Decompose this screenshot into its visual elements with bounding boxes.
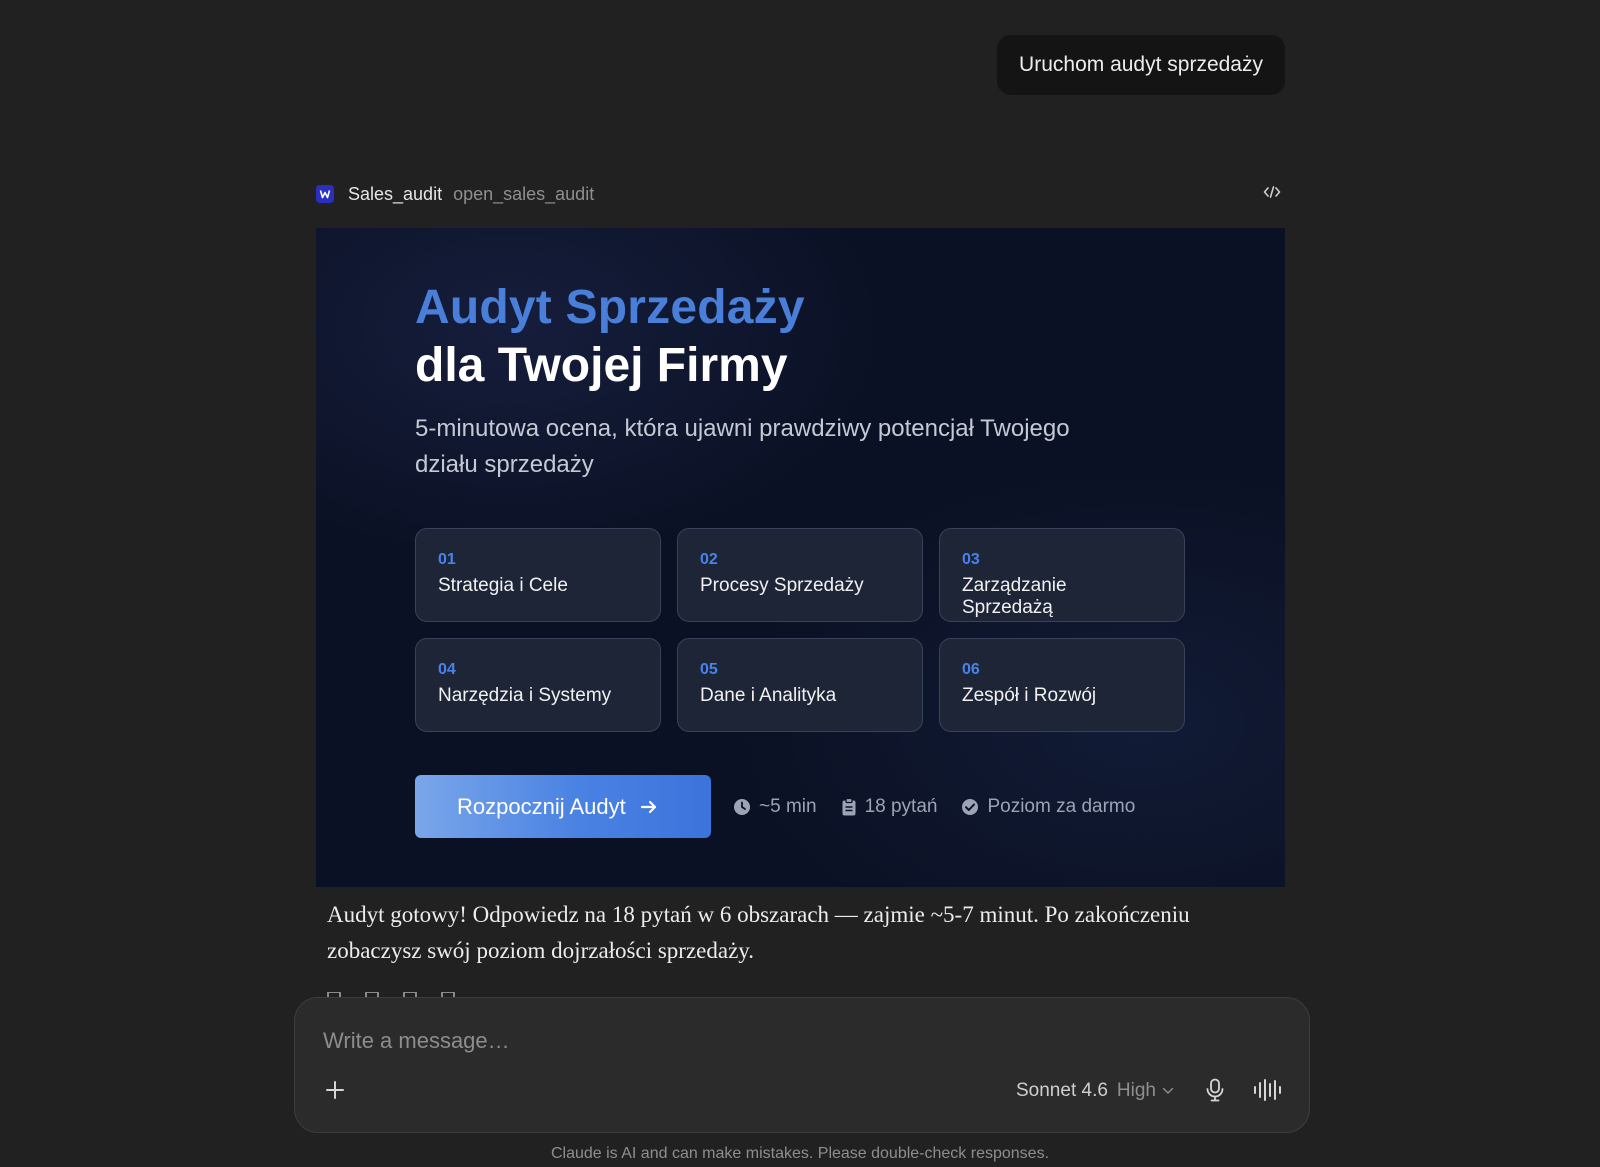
level-meta: Poziom za darmo xyxy=(961,796,1135,818)
chat-page: Uruchom audyt sprzedaży Sales_audit open… xyxy=(0,0,1600,1167)
model-selector[interactable]: Sonnet 4.6 High xyxy=(1016,1080,1174,1102)
start-audit-label: Rozpocznij Audyt xyxy=(457,793,626,819)
cta-row: Rozpocznij Audyt ~5 min 18 pytań Poziom … xyxy=(415,775,1135,838)
clock-icon xyxy=(734,798,750,815)
sales-audit-app-icon xyxy=(316,185,334,203)
card-number: 04 xyxy=(438,661,456,678)
audit-area-card[interactable]: 01 Strategia i Cele xyxy=(415,528,661,622)
voice-mode-icon[interactable] xyxy=(1253,1079,1283,1106)
card-label: Strategia i Cele xyxy=(438,575,568,596)
sales-audit-widget: Audyt Sprzedaży dla Twojej Firmy 5-minut… xyxy=(316,228,1285,887)
arrow-right-icon xyxy=(640,799,658,815)
tool-name: Sales_audit xyxy=(348,183,443,204)
questions-text: 18 pytań xyxy=(864,795,938,817)
audit-area-card[interactable]: 02 Procesy Sprzedaży xyxy=(677,528,923,622)
start-audit-button[interactable]: Rozpocznij Audyt xyxy=(415,775,711,838)
widget-subtitle: 5-minutowa ocena, która ujawni prawdziwy… xyxy=(415,415,1070,478)
message-input[interactable] xyxy=(323,1028,1223,1054)
assistant-message: Audyt gotowy! Odpowiedz na 18 pytań w 6 … xyxy=(327,902,1190,963)
card-number: 05 xyxy=(700,661,718,678)
card-label: Procesy Sprzedaży xyxy=(700,575,864,596)
questions-meta: 18 pytań xyxy=(841,795,938,818)
card-label: Dane i Analityka xyxy=(700,685,837,706)
model-effort: High xyxy=(1116,1080,1156,1101)
card-label: Narzędzia i Systemy xyxy=(438,685,612,706)
level-text: Poziom za darmo xyxy=(987,795,1136,817)
code-icon[interactable] xyxy=(1263,185,1281,204)
chevron-down-icon xyxy=(1162,1087,1174,1094)
card-label: Zespół i Rozwój xyxy=(962,685,1097,706)
audit-area-card[interactable]: 05 Dane i Analityka xyxy=(677,638,923,732)
audit-area-card[interactable]: 03 Zarządzanie Sprzedażą xyxy=(939,528,1185,622)
plus-icon[interactable] xyxy=(325,1080,345,1105)
user-message-bubble: Uruchom audyt sprzedaży xyxy=(997,35,1285,95)
card-label: Zarządzanie Sprzedażą xyxy=(962,575,1067,618)
card-number: 01 xyxy=(438,551,456,568)
audit-areas-grid: 01 Strategia i Cele 02 Procesy Sprzedaży… xyxy=(415,528,1187,732)
widget-title: dla Twojej Firmy xyxy=(415,339,788,392)
model-name: Sonnet 4.6 xyxy=(1016,1080,1108,1101)
microphone-icon[interactable] xyxy=(1205,1078,1225,1107)
tool-function-name: open_sales_audit xyxy=(453,183,595,204)
audit-area-card[interactable]: 04 Narzędzia i Systemy xyxy=(415,638,661,732)
check-circle-icon xyxy=(962,798,979,815)
card-number: 03 xyxy=(962,551,980,568)
widget-title-accent: Audyt Sprzedaży xyxy=(415,281,805,334)
ai-disclaimer: Claude is AI and can make mistakes. Plea… xyxy=(550,1145,1050,1162)
audit-area-card[interactable]: 06 Zespół i Rozwój xyxy=(939,638,1185,732)
duration-text: ~5 min xyxy=(759,795,817,817)
clipboard-icon xyxy=(842,797,856,815)
user-message-text: Uruchom audyt sprzedaży xyxy=(1019,53,1263,76)
card-number: 06 xyxy=(962,661,980,678)
card-number: 02 xyxy=(700,551,718,568)
duration-meta: ~5 min xyxy=(733,796,817,818)
message-composer: Sonnet 4.6 High xyxy=(294,997,1310,1133)
tool-call-header: Sales_audit open_sales_audit xyxy=(316,176,1285,212)
